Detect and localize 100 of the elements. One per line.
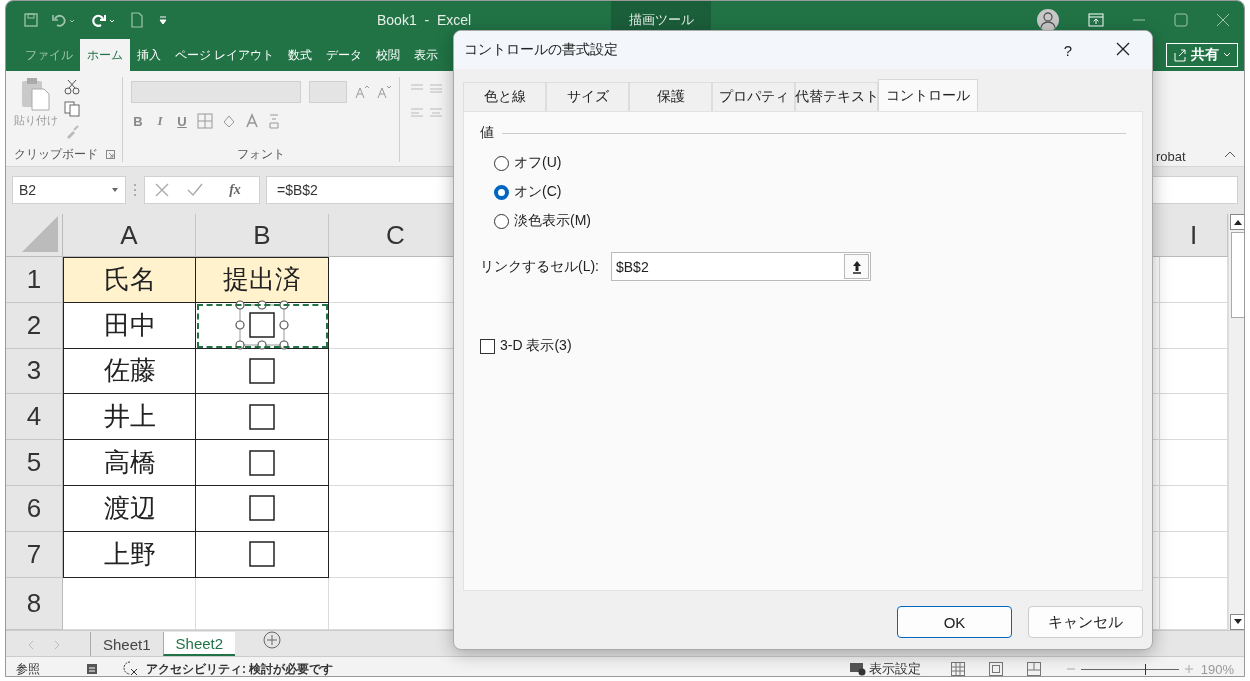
checkbox[interactable] (249, 404, 275, 430)
radio-label[interactable]: オフ(U) (514, 154, 562, 172)
table-cell: 田中 (63, 302, 196, 349)
radio-button[interactable] (494, 184, 509, 200)
launcher-icon[interactable] (105, 149, 115, 159)
caret-icon (111, 187, 119, 193)
font-name-field[interactable] (131, 81, 301, 103)
cancel-icon[interactable] (155, 183, 169, 197)
row-header[interactable]: 3 (6, 348, 63, 395)
table-cell: 氏名 (63, 257, 196, 303)
maximize-icon[interactable] (1174, 13, 1188, 27)
dialog-button[interactable]: OK (897, 606, 1012, 638)
window-title: Book1 - Excel (377, 12, 472, 28)
normal-view-icon[interactable] (950, 662, 965, 676)
link-cell-field[interactable]: $B$2 (611, 252, 871, 281)
group-label: クリップボード (13, 145, 98, 163)
table-cell[interactable] (196, 531, 329, 578)
ribbon-tab[interactable]: ホーム (80, 39, 130, 71)
page-layout-icon[interactable] (988, 662, 1003, 676)
dialog-tab[interactable]: サイズ (546, 82, 629, 111)
ribbon-tab[interactable]: ページ レイアウト (168, 39, 282, 71)
row-header[interactable]: 2 (6, 302, 63, 349)
redo-icon[interactable] (90, 13, 116, 27)
row-header[interactable]: 6 (6, 486, 63, 532)
radio-label[interactable]: 淡色表示(M) (514, 212, 591, 230)
dialog-tab[interactable]: コントロール (878, 79, 978, 111)
checkbox[interactable] (249, 449, 275, 476)
down-arrow-icon (1233, 619, 1242, 625)
cell-mode: 参照 (16, 660, 41, 676)
collapse-dialog-icon[interactable] (851, 259, 862, 274)
customize-icon[interactable] (158, 14, 168, 26)
row-header[interactable]: 4 (6, 394, 63, 441)
up-arrow-icon (1233, 219, 1242, 225)
table-cell: 上野 (63, 531, 196, 578)
table-cell: 佐藤 (63, 348, 196, 395)
row-header[interactable]: 5 (6, 440, 63, 486)
checkbox[interactable] (249, 495, 275, 522)
share-button[interactable]: 共有 (1166, 43, 1238, 67)
ribbon-tab[interactable]: データ (319, 39, 370, 71)
undo-icon[interactable] (52, 13, 76, 27)
scissors-icon[interactable] (64, 79, 80, 95)
ribbon-tab[interactable]: 挿入 (130, 39, 168, 71)
table-cell[interactable] (196, 394, 329, 441)
save-icon[interactable] (24, 13, 38, 27)
font-color-icon[interactable] (245, 113, 259, 129)
checkbox[interactable] (249, 312, 275, 338)
font-size-field[interactable] (309, 81, 347, 103)
radio-button[interactable] (494, 155, 509, 171)
ribbon-tab[interactable]: 数式 (281, 39, 320, 71)
checkbox-label[interactable]: 3-D 表示(3) (500, 337, 572, 355)
display-settings-icon (849, 662, 866, 676)
checkbox[interactable] (480, 338, 495, 354)
accessibility-status[interactable]: アクセシビリティ: 検討が必要です (146, 660, 334, 676)
dialog-tab[interactable]: 保護 (629, 82, 712, 111)
ribbon-tab[interactable]: 校閲 (369, 39, 408, 71)
checkbox[interactable] (249, 541, 275, 567)
new-file-icon[interactable] (130, 12, 144, 28)
collapse-ribbon-icon[interactable] (1224, 150, 1236, 158)
scroll-down-button[interactable] (1229, 613, 1244, 630)
scroll-thumb[interactable] (1230, 232, 1244, 318)
radio-label[interactable]: オン(C) (514, 183, 562, 201)
column-header[interactable]: B (196, 214, 329, 257)
share-icon (1173, 48, 1187, 62)
shrink-font-icon[interactable] (377, 85, 391, 99)
table-cell: 高橋 (63, 440, 196, 486)
table-cell[interactable] (196, 440, 329, 486)
table-cell: 渡辺 (63, 486, 196, 532)
close-icon[interactable] (1116, 41, 1130, 56)
insert-function-button[interactable]: fx (221, 182, 249, 198)
checkbox[interactable] (249, 358, 275, 384)
row-header[interactable]: 7 (6, 531, 63, 578)
dialog-tab[interactable]: 代替テキスト (795, 82, 878, 111)
avatar-icon[interactable] (1036, 8, 1060, 32)
dialog-button[interactable]: キャンセル (1028, 606, 1143, 638)
scroll-up-button[interactable] (1229, 214, 1244, 230)
row-header[interactable]: 8 (6, 577, 63, 630)
table-cell: 提出済 (196, 257, 329, 303)
column-header[interactable]: I (1160, 214, 1228, 257)
name-box[interactable]: B2 (12, 176, 126, 204)
help-button[interactable]: ? (1063, 41, 1072, 59)
check-icon[interactable] (187, 183, 203, 197)
radio-button[interactable] (494, 213, 509, 229)
macro-record-icon[interactable] (86, 663, 98, 675)
display-settings-button[interactable]: 表示設定 (849, 660, 921, 676)
table-cell[interactable] (196, 302, 329, 349)
copy-icon[interactable] (64, 101, 80, 117)
sheet-tab[interactable]: Sheet2 (162, 632, 236, 656)
ribbon-tab[interactable]: 表示 (407, 39, 446, 71)
caret-icon (1223, 52, 1231, 58)
row-header[interactable]: 1 (6, 257, 63, 303)
table-cell[interactable] (196, 348, 329, 395)
dialog-tab[interactable]: プロパティ (712, 82, 795, 111)
ribbon-display-icon[interactable] (1088, 13, 1104, 27)
grow-font-icon[interactable] (355, 85, 369, 99)
column-header[interactable]: A (63, 214, 196, 257)
dialog-tab[interactable]: 色と線 (463, 82, 546, 111)
page-break-icon[interactable] (1026, 662, 1041, 676)
accessibility-icon[interactable] (122, 659, 140, 676)
table-cell[interactable] (196, 486, 329, 532)
add-sheet-icon[interactable] (263, 631, 282, 649)
